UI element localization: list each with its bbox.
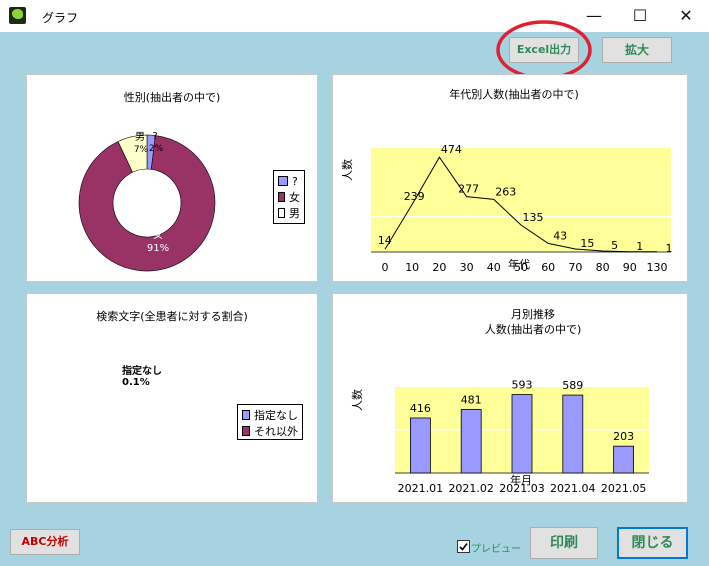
data-label: 15: [580, 237, 594, 250]
chart-title: 年代別人数(抽出者の中で): [449, 87, 579, 101]
data-label: 239: [404, 190, 425, 203]
label-female-pct: 91%: [147, 243, 169, 254]
x-tick-label: 50: [514, 261, 528, 274]
legend-item-female: 女: [278, 189, 300, 205]
label-female: 女: [153, 228, 163, 241]
data-label: 14: [378, 234, 392, 247]
label-unknown-pct: 2%: [149, 144, 164, 154]
preview-checkbox[interactable]: [457, 540, 470, 553]
abc-analysis-button[interactable]: ABC分析: [10, 529, 80, 555]
search-legend: 指定なし それ以外: [237, 404, 303, 440]
x-tick-label: 40: [487, 261, 501, 274]
search-label-value: 0.1%: [122, 377, 150, 388]
search-label-overlap: 指定なし: [122, 366, 162, 377]
chart-subtitle: 人数(抽出者の中で): [485, 322, 582, 336]
app-icon: [9, 7, 26, 24]
age-chart-panel: 年代別人数(抽出者の中で) 人数 年代 14 0 239 10 474 20 277 30 26…: [332, 74, 688, 282]
x-tick-label: 2021.05: [601, 482, 647, 495]
data-label: 416: [410, 402, 431, 415]
window-body: Excel出力 拡大 性別(抽出者の中で) ? 2% 男 7% 女 91% ? …: [0, 20, 709, 566]
data-label: 589: [562, 379, 583, 392]
legend-swatch: [278, 208, 285, 218]
chart-title: 月別推移: [511, 307, 555, 321]
x-tick-label: 10: [405, 261, 419, 274]
data-label: 481: [461, 393, 482, 406]
age-line-chart: 年代別人数(抽出者の中で) 人数 年代 14023910474202773026…: [341, 87, 673, 274]
label-male-pct: 7%: [134, 145, 149, 155]
data-label: 5: [611, 239, 618, 252]
legend-item-other: それ以外: [242, 423, 298, 439]
label-unknown: ?: [152, 131, 157, 142]
label-male: 男: [135, 131, 145, 143]
data-label: 277: [458, 183, 479, 196]
data-label: 474: [441, 143, 462, 156]
x-tick-label: 60: [541, 261, 555, 274]
bar: [460, 408, 482, 474]
preview-checkbox-label[interactable]: プレビュー: [471, 540, 521, 555]
x-tick-label: 130: [647, 261, 668, 274]
data-label: 1: [636, 240, 643, 253]
x-tick-label: 80: [596, 261, 610, 274]
legend-swatch: [242, 426, 250, 436]
close-icon[interactable]: ✕: [663, 0, 709, 32]
legend-swatch: [242, 410, 250, 420]
close-button[interactable]: 閉じる: [617, 527, 688, 559]
data-label: 43: [553, 229, 567, 242]
legend-item-unknown: ?: [278, 173, 300, 189]
search-chart-panel: 検索文字(全患者に対する割合) 指定なし 0.1% 指定なし それ以外: [26, 293, 318, 503]
x-tick-label: 2021.02: [448, 482, 494, 495]
gender-legend: ? 女 男: [273, 170, 305, 224]
data-label: 263: [495, 185, 516, 198]
print-button[interactable]: 印刷: [530, 527, 598, 559]
data-label: 203: [613, 430, 634, 443]
bar: [562, 394, 584, 474]
bar: [410, 417, 431, 474]
y-axis-label: 人数: [351, 389, 364, 411]
gender-chart-title: 性別(抽出者の中で): [123, 91, 221, 104]
monthly-bar-chart: 月別推移 人数(抽出者の中で) 人数 年月 4162021.014812021.…: [351, 307, 649, 495]
gender-donut-chart: ? 2% 男 7% 女 91%: [78, 131, 216, 272]
data-label: 1: [666, 242, 673, 255]
bar: [613, 445, 635, 474]
data-label: 593: [512, 379, 533, 392]
y-axis-label: 人数: [341, 159, 354, 181]
checkmark-icon: [459, 543, 468, 551]
legend-item-male: 男: [278, 205, 300, 221]
x-tick-label: 30: [460, 261, 474, 274]
x-tick-label: 20: [432, 261, 446, 274]
window-title: グラフ: [42, 11, 79, 25]
maximize-icon[interactable]: ☐: [617, 0, 663, 32]
x-tick-label: 0: [382, 261, 389, 274]
bar: [511, 394, 533, 474]
search-chart-title: 検索文字(全患者に対する割合): [96, 310, 248, 323]
monthly-chart-panel: 月別推移 人数(抽出者の中で) 人数 年月 416 2021.01 481 2021.…: [332, 293, 688, 503]
gender-chart-panel: 性別(抽出者の中で) ? 2% 男 7% 女 91% ? 女 男: [26, 74, 318, 282]
x-tick-label: 2021.01: [398, 482, 444, 495]
x-tick-label: 70: [568, 261, 582, 274]
legend-swatch: [278, 192, 285, 202]
data-label: 135: [523, 211, 544, 224]
x-tick-label: 2021.03: [499, 482, 545, 495]
legend-item-unspecified: 指定なし: [242, 407, 298, 423]
zoom-button[interactable]: 拡大: [602, 37, 672, 63]
x-tick-label: 90: [623, 261, 637, 274]
title-bar: グラフ — ☐ ✕: [0, 0, 709, 32]
legend-swatch: [278, 176, 288, 186]
x-tick-label: 2021.04: [550, 482, 596, 495]
